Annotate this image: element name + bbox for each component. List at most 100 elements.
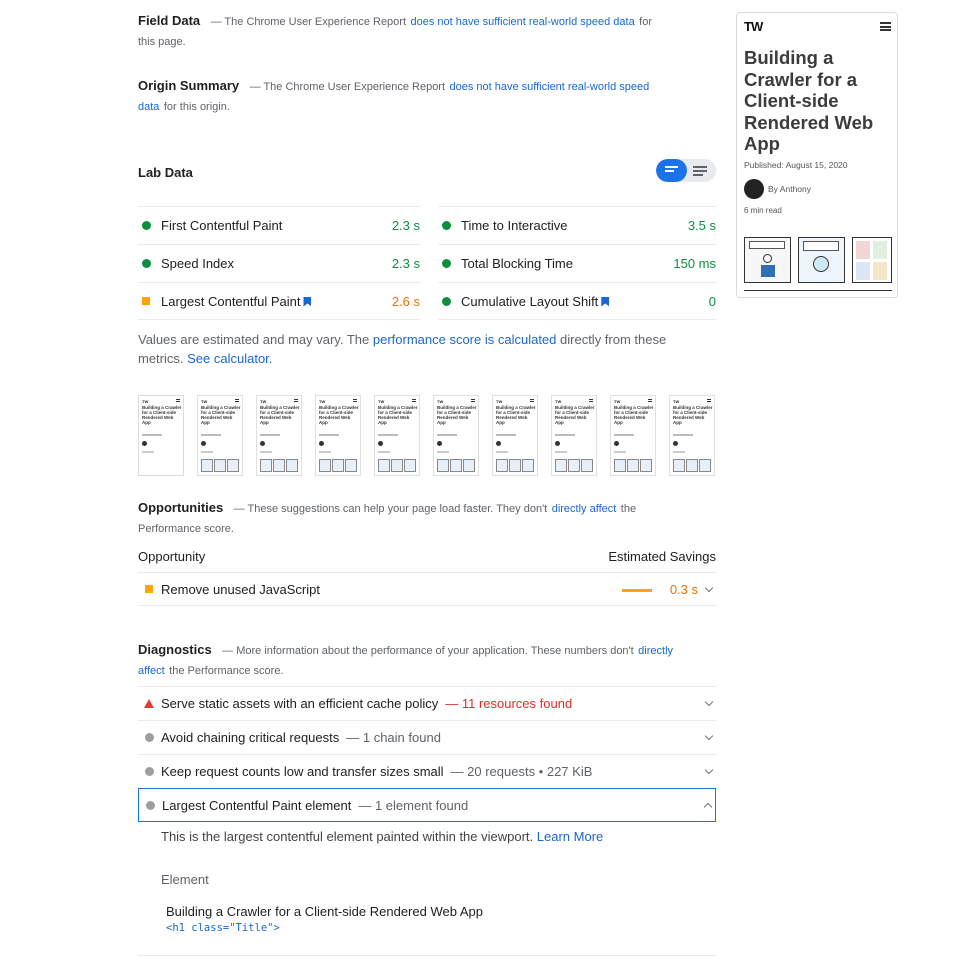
frame-meta [437, 434, 457, 436]
values-note: Values are estimated and may vary. The p… [138, 330, 698, 368]
frame-logo: TW [378, 399, 385, 404]
values-note-text-after: directly from these [560, 332, 667, 347]
frame-title: Building a Crawler for a Client-side Ren… [142, 405, 182, 425]
opportunity-remove-unused-javascript[interactable]: Remove unused JavaScript 0.3 s [138, 572, 716, 606]
chevron-down-icon[interactable] [704, 583, 714, 593]
frame-meta [319, 434, 339, 436]
directly-link[interactable]: directly [638, 645, 673, 657]
hamburger-menu-icon [294, 399, 298, 402]
frame-meta [673, 434, 693, 436]
opportunities-title: Opportunities [138, 500, 224, 515]
frame-meta [260, 434, 280, 436]
frame-meta [496, 451, 508, 453]
filmstrip-frame: TW Building a Crawler for a Client-side R… [315, 395, 361, 476]
metric-value: 2.3 s [391, 256, 420, 271]
frame-avatar [201, 441, 206, 446]
compact-view-icon [665, 166, 678, 174]
hamburger-menu-icon [235, 399, 239, 402]
frame-comic-panel [509, 459, 521, 472]
frame-comic-panel [391, 459, 403, 472]
metric-largest-contentful-paint: Largest Contentful Paint 2.6 s [138, 282, 420, 320]
expanded-view-icon[interactable] [693, 166, 707, 178]
info-circle-icon [141, 800, 159, 810]
diagnostic-detail: — 1 element found [358, 797, 469, 813]
frame-title: Building a Crawler for a Client-side Ren… [201, 405, 241, 425]
frame-comic-panel [627, 459, 639, 472]
hamburger-menu-icon [880, 22, 891, 31]
diagnostic-cache-policy[interactable]: Serve static assets with an efficient ca… [138, 686, 716, 720]
metric-time-to-interactive: Time to Interactive 3.5 s [438, 206, 716, 244]
field-data-section: Field Data — The Chrome User Experience … [138, 11, 678, 52]
learn-more-link[interactable]: Learn More [537, 829, 603, 844]
diagnostics-section: Diagnostics — More information about the… [138, 640, 698, 681]
metric-name: Largest Contentful Paint [161, 293, 301, 309]
frame-avatar [673, 441, 678, 446]
frame-meta [378, 434, 398, 436]
hamburger-menu-icon [589, 399, 593, 402]
filmstrip-frame: TW Building a Crawler for a Client-side R… [551, 395, 597, 476]
diagnostic-title: Largest Contentful Paint element [162, 797, 352, 813]
lab-data-title: Lab Data [138, 165, 193, 180]
view-toggle[interactable] [656, 159, 716, 182]
bookmark-icon[interactable] [601, 296, 610, 307]
metric-speed-index: Speed Index 2.3 s [138, 244, 420, 282]
field-data-link[interactable]: does not have sufficient real-world spee… [410, 16, 634, 28]
metric-first-contentful-paint: First Contentful Paint 2.3 s [138, 206, 420, 244]
diagnostic-detail: — 11 resources found [445, 696, 573, 711]
frame-avatar [437, 441, 442, 446]
performance-score-link[interactable]: performance score is calculated [373, 332, 557, 347]
lcp-description-text: This is the largest contentful element p… [161, 829, 534, 844]
directly-affect-link[interactable]: directly affect [552, 503, 617, 515]
diagnostic-resource-summary[interactable]: Keep request counts low and transfer siz… [138, 754, 716, 788]
frame-comic-panel [273, 459, 285, 472]
frame-comic-panel [286, 459, 298, 472]
pass-indicator [442, 221, 451, 230]
frame-meta [673, 451, 685, 453]
field-data-desc-line2: this page. [138, 36, 186, 48]
metric-value: 150 ms [673, 256, 716, 271]
origin-summary-link-cont[interactable]: data [138, 101, 159, 113]
frame-meta [555, 451, 567, 453]
element-column-header: Element [161, 872, 209, 887]
frame-avatar [378, 441, 383, 446]
frame-meta [614, 451, 626, 453]
frame-comic-panel [686, 459, 698, 472]
hamburger-menu-icon [353, 399, 357, 402]
diagnostic-critical-request-chains[interactable]: Avoid chaining critical requests — 1 cha… [138, 720, 716, 754]
chevron-down-icon[interactable] [704, 731, 714, 741]
filmstrip-frame: TW Building a Crawler for a Client-side R… [492, 395, 538, 476]
field-data-desc: — The Chrome User Experience Report [210, 16, 407, 28]
frame-meta [496, 434, 516, 436]
frame-avatar [555, 441, 560, 446]
frame-meta [142, 434, 162, 436]
frame-logo: TW [673, 399, 680, 404]
frame-logo: TW [496, 399, 503, 404]
frame-meta [260, 451, 272, 453]
hamburger-menu-icon [530, 399, 534, 402]
preview-published: Published: August 15, 2020 [744, 160, 848, 170]
opportunities-desc-line2: Performance score. [138, 523, 234, 535]
see-calculator-link[interactable]: See calculator. [187, 351, 272, 366]
frame-logo: TW [260, 399, 267, 404]
opportunities-desc: — These suggestions can help your page l… [233, 503, 548, 515]
origin-summary-section: Origin Summary — The Chrome User Experie… [138, 76, 678, 117]
bookmark-icon[interactable] [303, 296, 312, 307]
frame-comic-panel [450, 459, 462, 472]
affect-link[interactable]: affect [138, 665, 165, 677]
hamburger-menu-icon [176, 399, 180, 402]
metric-name: Time to Interactive [461, 218, 568, 233]
estimated-savings-column-label: Estimated Savings [608, 549, 716, 564]
diagnostic-lcp-element[interactable]: Largest Contentful Paint element — 1 ele… [138, 788, 716, 822]
opportunities-desc-after: the [620, 503, 637, 515]
lcp-element-description: This is the largest contentful element p… [161, 829, 603, 844]
field-data-desc-after: for [639, 16, 652, 28]
frame-meta [142, 451, 154, 453]
frame-comic-panel [555, 459, 567, 472]
chevron-up-icon[interactable] [703, 802, 713, 812]
origin-summary-link[interactable]: does not have sufficient real-world spee… [449, 81, 649, 93]
frame-logo: TW [437, 399, 444, 404]
frame-logo: TW [555, 399, 562, 404]
info-circle-icon [140, 767, 158, 776]
chevron-down-icon[interactable] [704, 765, 714, 775]
chevron-down-icon[interactable] [704, 697, 714, 707]
